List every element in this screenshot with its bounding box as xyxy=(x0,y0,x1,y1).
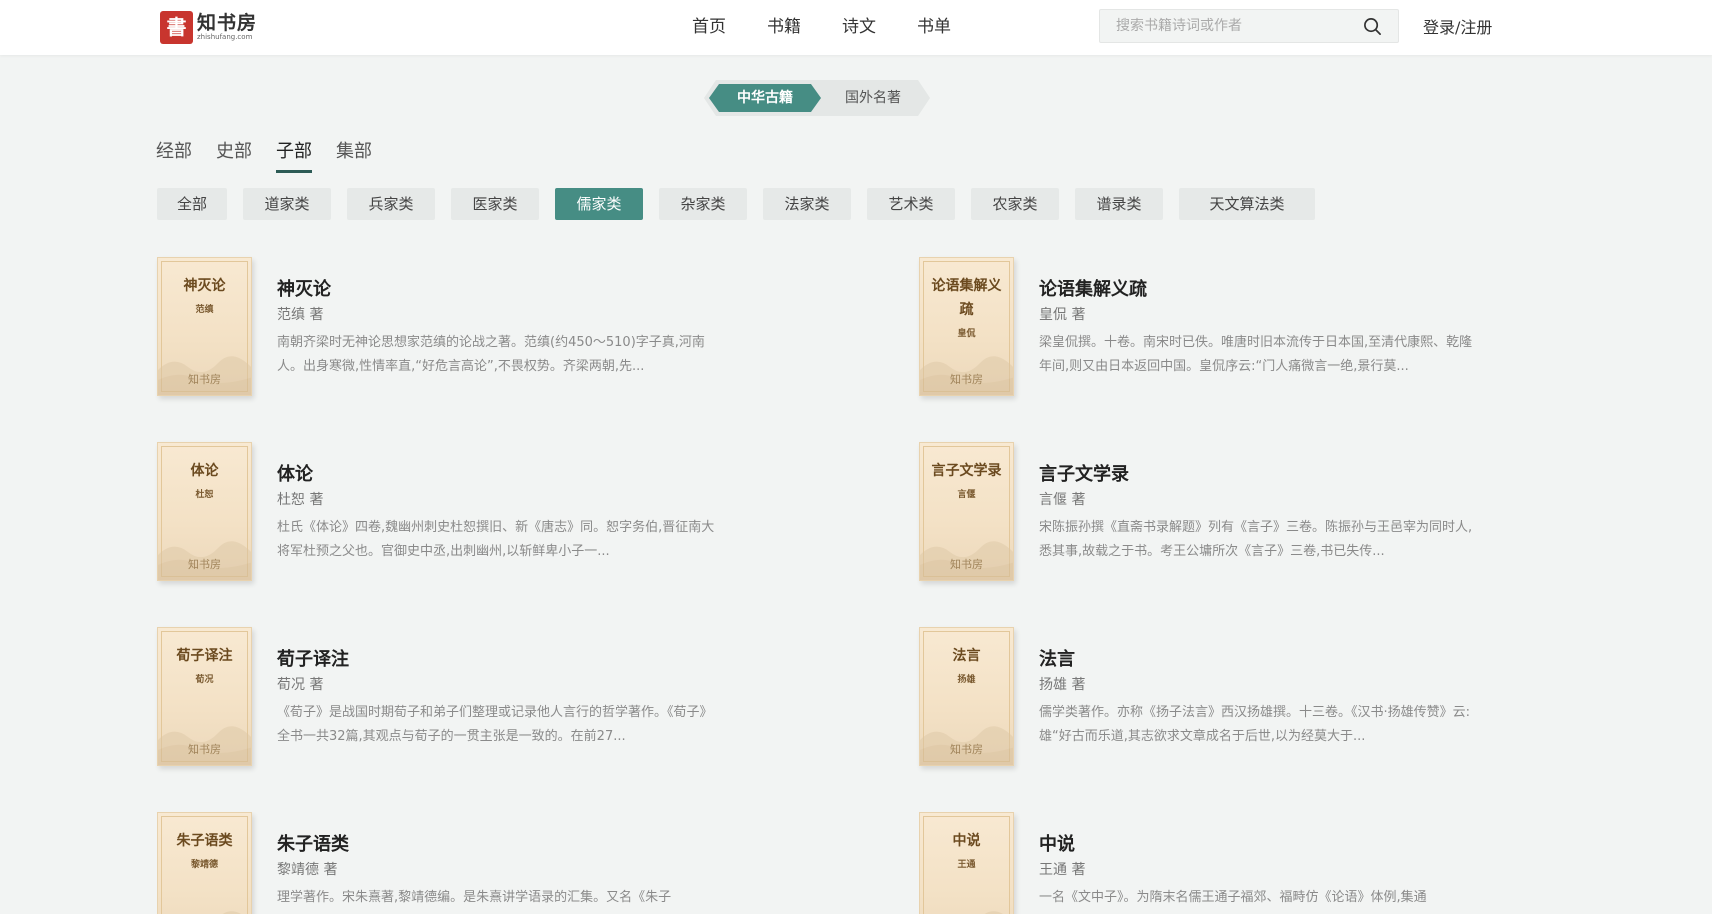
filter-rujia[interactable]: 儒家类 xyxy=(555,188,643,220)
cover-title: 中说 王通 xyxy=(952,833,981,870)
book-description: 宋陈振孙撰《直斋书录解题》列有《言子》三卷。陈振孙与王邑宰为同时人,悉其事,故载… xyxy=(1039,520,1473,559)
book-description: 梁皇侃撰。十卷。南宋时已佚。唯唐时旧本流传于日本国,至清代康熙、乾隆年间,则又由… xyxy=(1039,335,1473,374)
cover-title: 法言 扬雄 xyxy=(952,648,981,685)
tab-zibu[interactable]: 子部 xyxy=(276,139,312,173)
mountain-decoration xyxy=(984,911,1003,914)
logo-char: 書 xyxy=(166,15,187,39)
switch-foreign-classics[interactable]: 国外名著 xyxy=(821,84,925,112)
search-icon[interactable] xyxy=(1363,17,1382,36)
filter-daojia[interactable]: 道家类 xyxy=(243,188,331,220)
book-author: 黎靖德 著 xyxy=(277,862,338,878)
book-item[interactable]: 神灭论 范缜 知书房 神灭论 范缜 著 南朝齐梁时无神论思想家范缜的论战之著。范… xyxy=(157,257,877,407)
book-title[interactable]: 中说 xyxy=(1039,830,1075,856)
nav-poems[interactable]: 诗文 xyxy=(842,0,876,55)
main-nav: 首页 书籍 诗文 书单 xyxy=(692,0,951,55)
book-cover[interactable]: 神灭论 范缜 知书房 xyxy=(157,257,252,396)
book-cover[interactable]: 体论 杜恕 知书房 xyxy=(157,442,252,581)
book-title[interactable]: 神灭论 xyxy=(277,275,331,301)
filter-zajia[interactable]: 杂家类 xyxy=(659,188,747,220)
cover-title: 朱子语类 黎靖德 xyxy=(176,833,233,870)
book-title[interactable]: 荀子译注 xyxy=(277,645,349,671)
site-logo[interactable]: 書 知书房 zhishufang.com xyxy=(160,9,257,45)
logo-text: 知书房 zhishufang.com xyxy=(197,13,257,42)
book-cover[interactable]: 法言 扬雄 知书房 xyxy=(919,627,1014,766)
filter-bingjia[interactable]: 兵家类 xyxy=(347,188,435,220)
search-box xyxy=(1099,9,1399,43)
book-description: 理学著作。宋朱熹著,黎靖德编。是朱熹讲学语录的汇集。又名《朱子 xyxy=(277,890,672,905)
book-item[interactable]: 论语集解义疏 皇侃 知书房 论语集解义疏 皇侃 著 梁皇侃撰。十卷。南宋时已佚。… xyxy=(919,257,1639,407)
book-item[interactable]: 法言 扬雄 知书房 法言 扬雄 著 儒学类著作。亦称《扬子法言》西汉扬雄撰。十三… xyxy=(919,627,1639,777)
book-cover[interactable]: 言子文学录 言偃 知书房 xyxy=(919,442,1014,581)
book-item[interactable]: 荀子译注 荀况 知书房 荀子译注 荀况 著 《荀子》是战国时期荀子和弟子们整理或… xyxy=(157,627,877,777)
logo-icon: 書 xyxy=(160,10,193,44)
book-description: 《荀子》是战国时期荀子和弟子们整理或记录他人言行的哲学著作。《荀子》全书一共32… xyxy=(277,705,713,744)
book-author: 杜恕 著 xyxy=(277,492,324,508)
login-register-link[interactable]: 登录/注册 xyxy=(1423,0,1492,55)
cover-title: 言子文学录 言偃 xyxy=(931,463,1002,500)
filter-yishu[interactable]: 艺术类 xyxy=(867,188,955,220)
cover-title: 论语集解义疏 皇侃 xyxy=(931,278,1002,339)
book-title[interactable]: 言子文学录 xyxy=(1039,460,1129,486)
book-description: 儒学类著作。亦称《扬子法言》西汉扬雄撰。十三卷。《汉书·扬雄传赞》云:雄“好古而… xyxy=(1039,705,1471,744)
book-item[interactable]: 体论 杜恕 知书房 体论 杜恕 著 杜氏《体论》四卷,魏幽州刺史杜恕撰旧、新《唐… xyxy=(157,442,877,592)
book-cover[interactable]: 朱子语类 黎靖德 xyxy=(157,812,252,914)
top-header: 書 知书房 zhishufang.com 首页 书籍 诗文 书单 登录/注册 xyxy=(0,0,1712,55)
filter-pulu[interactable]: 谱录类 xyxy=(1075,188,1163,220)
tab-jibu[interactable]: 集部 xyxy=(336,139,372,173)
search-input[interactable] xyxy=(1100,10,1360,42)
nav-home[interactable]: 首页 xyxy=(692,0,726,55)
filter-all[interactable]: 全部 xyxy=(157,188,227,220)
tab-shibu[interactable]: 史部 xyxy=(216,139,252,173)
cover-title: 荀子译注 荀况 xyxy=(176,648,233,685)
book-author: 皇侃 著 xyxy=(1039,307,1086,323)
logo-name: 知书房 xyxy=(197,11,258,34)
cover-brand: 知书房 xyxy=(188,743,221,756)
nav-books[interactable]: 书籍 xyxy=(767,0,801,55)
filter-fajia[interactable]: 法家类 xyxy=(763,188,851,220)
book-title[interactable]: 体论 xyxy=(277,460,313,486)
category-tabs: 经部 史部 子部 集部 xyxy=(156,139,372,173)
cover-title: 神灭论 范缜 xyxy=(183,278,226,315)
book-item[interactable]: 言子文学录 言偃 知书房 言子文学录 言偃 著 宋陈振孙撰《直斋书录解题》列有《… xyxy=(919,442,1639,592)
book-title[interactable]: 朱子语类 xyxy=(277,830,349,856)
book-title[interactable]: 论语集解义疏 xyxy=(1039,275,1147,301)
book-item[interactable]: 朱子语类 黎靖德 朱子语类 黎靖德 著 理学著作。宋朱熹著,黎靖德编。是朱熹讲学… xyxy=(157,812,877,914)
cover-brand: 知书房 xyxy=(950,743,983,756)
nav-booklists[interactable]: 书单 xyxy=(917,0,951,55)
book-author: 荀况 著 xyxy=(277,677,324,693)
switch-chinese-classics[interactable]: 中华古籍 xyxy=(709,84,821,112)
cover-title: 体论 杜恕 xyxy=(190,463,219,500)
filter-tianwen-suanfa[interactable]: 天文算法类 xyxy=(1179,188,1315,220)
tab-jingbu[interactable]: 经部 xyxy=(156,139,192,173)
book-cover[interactable]: 论语集解义疏 皇侃 知书房 xyxy=(919,257,1014,396)
cover-brand: 知书房 xyxy=(950,558,983,571)
mountain-decoration xyxy=(222,911,241,914)
book-author: 言偃 著 xyxy=(1039,492,1086,508)
filter-nongjia[interactable]: 农家类 xyxy=(971,188,1059,220)
book-author: 王通 著 xyxy=(1039,862,1086,878)
book-author: 范缜 著 xyxy=(277,307,324,323)
collection-switch: 中华古籍 国外名著 xyxy=(704,80,930,116)
cover-brand: 知书房 xyxy=(188,373,221,386)
book-author: 扬雄 著 xyxy=(1039,677,1086,693)
book-description: 一名《文中子》。为隋末名儒王通子福郊、福畤仿《论语》体例,集通 xyxy=(1039,890,1427,905)
book-item[interactable]: 中说 王通 中说 王通 著 一名《文中子》。为隋末名儒王通子福郊、福畤仿《论语》… xyxy=(919,812,1639,914)
cover-brand: 知书房 xyxy=(950,373,983,386)
book-cover[interactable]: 荀子译注 荀况 知书房 xyxy=(157,627,252,766)
filter-yijia[interactable]: 医家类 xyxy=(451,188,539,220)
book-description: 杜氏《体论》四卷,魏幽州刺史杜恕撰旧、新《唐志》同。恕字务伯,晋征南大将军杜预之… xyxy=(277,520,715,559)
logo-domain: zhishufang.com xyxy=(197,32,253,41)
book-title[interactable]: 法言 xyxy=(1039,645,1075,671)
subcategory-filters: 全部 道家类 兵家类 医家类 儒家类 杂家类 法家类 艺术类 农家类 谱录类 天… xyxy=(157,188,1315,220)
book-cover[interactable]: 中说 王通 xyxy=(919,812,1014,914)
cover-brand: 知书房 xyxy=(188,558,221,571)
book-description: 南朝齐梁时无神论思想家范缜的论战之著。范缜(约450～510)字子真,河南人。出… xyxy=(277,335,705,374)
